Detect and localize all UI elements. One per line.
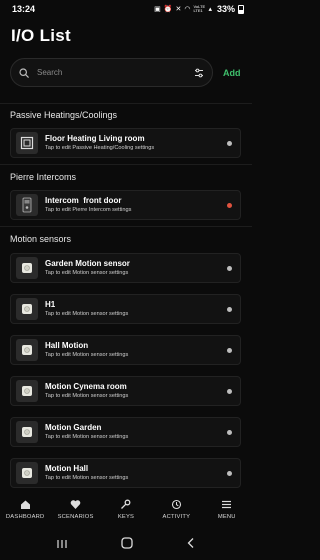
- system-nav-bar: [0, 530, 252, 560]
- back-icon[interactable]: [186, 536, 196, 554]
- status-dot: [227, 347, 232, 353]
- menu-icon: [221, 498, 232, 510]
- list-item-title: Intercom front door: [45, 196, 122, 205]
- status-dot: [227, 429, 232, 435]
- filter-icon[interactable]: [194, 68, 204, 78]
- divider: [0, 103, 252, 104]
- status-dot: [227, 140, 232, 146]
- history-icon: [171, 498, 182, 510]
- list-item[interactable]: H1 Tap to edit Motion sensor settings: [10, 294, 241, 324]
- motion-sensor-icon: [16, 380, 38, 402]
- mute-icon: ✕: [175, 6, 182, 13]
- status-dot: [227, 388, 232, 394]
- status-dot: [227, 306, 232, 312]
- list-item-title: Motion Garden: [45, 423, 102, 432]
- status-dot: [227, 470, 232, 476]
- list-item-text: Garden Motion sensor Tap to edit Motion …: [45, 259, 227, 277]
- list-item-text: Motion Cynema room Tap to edit Motion se…: [45, 382, 227, 400]
- motion-sensor-icon: [16, 257, 38, 279]
- home-button-icon[interactable]: [121, 536, 133, 554]
- status-dot: [227, 265, 232, 271]
- list-item-subtitle: Tap to edit Motion sensor settings: [45, 393, 129, 399]
- recent-apps-icon[interactable]: [56, 536, 68, 554]
- list-item[interactable]: Hall Motion Tap to edit Motion sensor se…: [10, 335, 241, 365]
- list-item[interactable]: Motion Hall Tap to edit Motion sensor se…: [10, 458, 241, 488]
- tab-label: SCENARIOS: [57, 514, 94, 520]
- motion-sensor-icon: [16, 462, 38, 484]
- search-icon: [19, 67, 29, 78]
- section-header-intercoms: Pierre Intercoms: [10, 172, 77, 182]
- list-item-subtitle: Tap to edit Motion sensor settings: [45, 352, 129, 358]
- notification-icon: ▣: [154, 6, 161, 13]
- tab-keys[interactable]: KEYS: [102, 498, 150, 520]
- list-item-text: H1 Tap to edit Motion sensor settings: [45, 300, 227, 318]
- search-input[interactable]: [37, 68, 194, 77]
- list-item-title: Floor Heating Living room: [45, 134, 145, 143]
- list-item-text: Hall Motion Tap to edit Motion sensor se…: [45, 341, 227, 359]
- motion-sensor-icon: [16, 421, 38, 443]
- motion-sensor-icon: [16, 298, 38, 320]
- list-item[interactable]: Floor Heating Living room Tap to edit Pa…: [10, 128, 241, 158]
- list-item-title: Motion Hall: [45, 464, 89, 473]
- list-item-subtitle: Tap to edit Motion sensor settings: [45, 475, 129, 481]
- battery-icon: [238, 4, 244, 14]
- section-header-motion-sensors: Motion sensors: [10, 234, 72, 244]
- tab-label: MENU: [217, 514, 236, 520]
- tab-label: DASHBOARD: [5, 514, 45, 520]
- status-bar: 13:24 ▣ ⏰ ✕ ◠ VoLTE LTE1 ▴ 33%: [0, 0, 252, 18]
- list-item-subtitle: Tap to edit Motion sensor settings: [45, 311, 129, 317]
- tab-label: KEYS: [117, 514, 135, 520]
- bottom-tab-bar: DASHBOARD SCENARIOS KEYS ACTIVITY MENU: [0, 498, 252, 528]
- list-item-text: Motion Hall Tap to edit Motion sensor se…: [45, 464, 227, 482]
- list-item[interactable]: Garden Motion sensor Tap to edit Motion …: [10, 253, 241, 283]
- list-item[interactable]: Motion Cynema room Tap to edit Motion se…: [10, 376, 241, 406]
- key-icon: [120, 498, 131, 510]
- list-item-title: Hall Motion: [45, 341, 89, 350]
- tab-activity[interactable]: ACTIVITY: [152, 498, 200, 520]
- page-title: I/O List: [11, 26, 72, 45]
- intercom-icon: [16, 194, 38, 216]
- heart-icon: [70, 498, 81, 510]
- list-item-text: Floor Heating Living room Tap to edit Pa…: [45, 134, 227, 152]
- battery-percent: 33%: [216, 4, 235, 14]
- list-item-text: Intercom front door Tap to edit Pierre I…: [45, 196, 227, 214]
- tab-menu[interactable]: MENU: [203, 498, 251, 520]
- wifi-icon: ◠: [184, 6, 191, 13]
- tab-scenarios[interactable]: SCENARIOS: [52, 498, 100, 520]
- tab-label: ACTIVITY: [162, 514, 191, 520]
- section-header-passive-heatings: Passive Heatings/Coolings: [10, 110, 118, 120]
- divider: [0, 226, 252, 227]
- list-item-title: Garden Motion sensor: [45, 259, 130, 268]
- tab-dashboard[interactable]: DASHBOARD: [1, 498, 49, 520]
- alarm-icon: ⏰: [163, 6, 173, 13]
- add-button[interactable]: Add: [223, 68, 241, 78]
- motion-sensor-icon: [16, 339, 38, 361]
- signal-icon: ▴: [208, 6, 212, 13]
- status-icons: ▣ ⏰ ✕ ◠ VoLTE LTE1 ▴ 33%: [154, 4, 244, 14]
- floor-heating-icon: [16, 132, 38, 154]
- list-item-subtitle: Tap to edit Motion sensor settings: [45, 434, 129, 440]
- network-label: VoLTE LTE1: [193, 4, 206, 13]
- list-item-title: Motion Cynema room: [45, 382, 127, 391]
- status-time: 13:24: [12, 4, 36, 14]
- divider: [0, 164, 252, 165]
- list-item-subtitle: Tap to edit Passive Heating/Cooling sett…: [45, 145, 155, 151]
- list-item[interactable]: Motion Garden Tap to edit Motion sensor …: [10, 417, 241, 447]
- list-item-subtitle: Tap to edit Pierre Intercom settings: [45, 207, 132, 213]
- search-row: Add: [10, 58, 242, 87]
- list-item-title: H1: [45, 300, 56, 309]
- list-item-text: Motion Garden Tap to edit Motion sensor …: [45, 423, 227, 441]
- search-box[interactable]: [10, 58, 213, 87]
- status-dot: [227, 202, 232, 208]
- home-icon: [20, 498, 31, 510]
- list-item[interactable]: Intercom front door Tap to edit Pierre I…: [10, 190, 241, 220]
- list-item-subtitle: Tap to edit Motion sensor settings: [45, 270, 129, 276]
